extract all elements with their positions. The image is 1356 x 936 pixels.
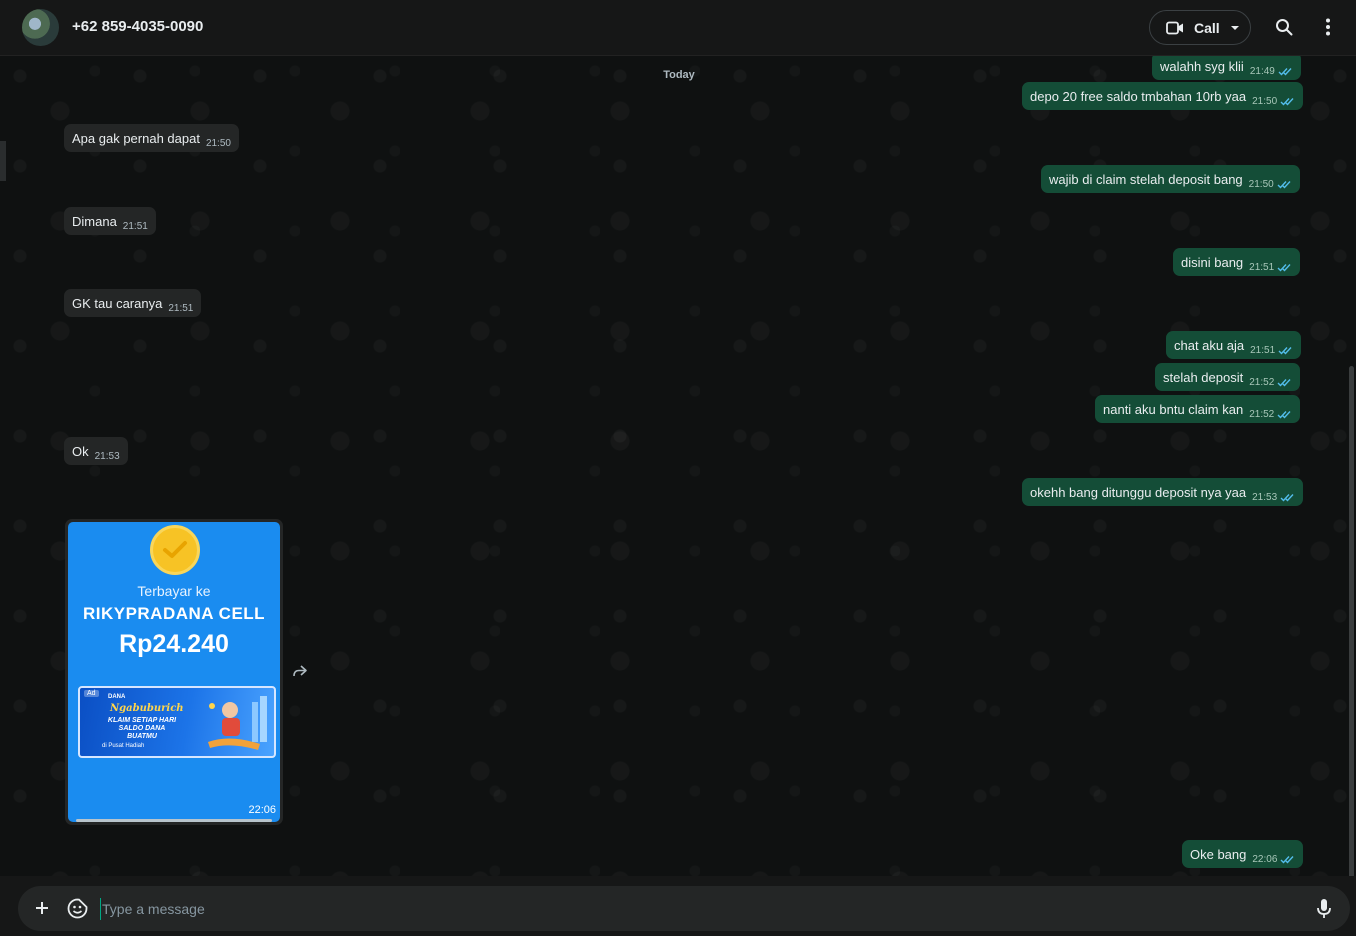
message-composer [18, 886, 1350, 931]
left-resize-handle[interactable] [0, 141, 6, 181]
ad-line: SALDO DANA [118, 725, 166, 732]
merchant-name: RIKYPRADANA CELL [82, 604, 266, 623]
message-time: 21:51 [122, 221, 148, 232]
read-receipt-icon [1277, 378, 1292, 387]
chat-header: +62 859-4035-0090 Call [0, 0, 1356, 56]
read-receipt-icon [1280, 855, 1295, 864]
outgoing-message[interactable]: depo 20 free saldo tmbahan 10rb yaa 21:5… [1022, 82, 1304, 110]
ad-character-illustration [208, 696, 267, 750]
read-receipt-icon [1278, 67, 1293, 76]
outgoing-message[interactable]: wajib di claim stelah deposit bang 21:50 [1041, 165, 1300, 193]
contact-name[interactable]: +62 859-4035-0090 [72, 18, 203, 35]
message-text: Dimana [72, 214, 117, 229]
ad-banner: Ad DANA Ngabuburich KLAIM SETIAP HARI SA… [78, 686, 276, 758]
message-input[interactable] [100, 898, 1280, 920]
paid-to-label: Terbayar ke [137, 583, 211, 599]
message-text: walahh syg klii [1160, 59, 1244, 74]
ad-brand: DANA [108, 694, 126, 700]
message-time: 21:51 [1249, 262, 1275, 273]
forward-icon[interactable] [292, 664, 308, 683]
menu-dots-icon[interactable] [1317, 16, 1339, 38]
outgoing-message[interactable]: walahh syg klii 21:49 [1152, 56, 1301, 80]
image-loading-bar [76, 819, 272, 822]
image-message[interactable]: Terbayar ke RIKYPRADANA CELL Rp24.240 Ad… [65, 519, 283, 825]
message-text: wajib di claim stelah deposit bang [1049, 172, 1243, 187]
payment-receipt-image[interactable]: Terbayar ke RIKYPRADANA CELL Rp24.240 Ad… [68, 522, 280, 822]
message-time: 21:51 [168, 303, 194, 314]
call-button[interactable]: Call [1149, 10, 1251, 45]
message-time: 21:50 [205, 138, 231, 149]
ad-tag: Ad [84, 690, 99, 697]
outgoing-message[interactable]: stelah deposit 21:52 [1155, 363, 1301, 391]
message-time: 21:52 [1249, 377, 1275, 388]
message-text: okehh bang ditunggu deposit nya yaa [1030, 485, 1247, 500]
video-camera-icon [1166, 21, 1183, 34]
message-text: depo 20 free saldo tmbahan 10rb yaa [1030, 89, 1247, 104]
read-receipt-icon [1278, 346, 1293, 355]
chevron-down-icon [1230, 25, 1239, 30]
payment-amount: Rp24.240 [119, 630, 229, 658]
message-text: stelah deposit [1163, 370, 1244, 385]
read-receipt-icon [1280, 493, 1295, 502]
emoji-sticker-icon[interactable] [67, 898, 88, 924]
incoming-message[interactable]: Dimana 21:51 [64, 207, 156, 235]
ad-title: Ngabuburich [110, 703, 184, 714]
check-coin-icon [150, 525, 200, 575]
read-receipt-icon [1277, 263, 1292, 272]
ad-footer: di Pusat Hadiah [102, 743, 145, 749]
message-text: Oke bang [1190, 847, 1247, 862]
incoming-message[interactable]: GK tau caranya 21:51 [64, 289, 202, 317]
image-message-time: 22:06 [248, 804, 276, 816]
read-receipt-icon [1280, 97, 1295, 106]
attach-plus-icon[interactable] [32, 898, 52, 923]
incoming-message[interactable]: Ok 21:53 [64, 437, 128, 465]
message-time: 21:50 [1252, 96, 1278, 107]
message-time: 21:53 [94, 451, 120, 462]
chat-messages-area[interactable]: Today walahh syg klii 21:49 depo 20 free… [0, 56, 1356, 876]
message-time: 21:53 [1252, 492, 1278, 503]
message-text: Ok [72, 444, 89, 459]
message-text: disini bang [1181, 255, 1244, 270]
search-icon[interactable] [1273, 16, 1295, 38]
message-text: nanti aku bntu claim kan [1103, 402, 1244, 417]
call-label: Call [1194, 19, 1220, 36]
date-separator: Today [663, 69, 695, 81]
composer-bar [0, 876, 1356, 936]
read-receipt-icon [1277, 410, 1292, 419]
outgoing-message[interactable]: chat aku aja 21:51 [1166, 331, 1302, 359]
contact-avatar[interactable] [22, 9, 59, 46]
outgoing-message[interactable]: Oke bang 22:06 [1182, 840, 1304, 868]
read-receipt-icon [1277, 180, 1292, 189]
message-time: 21:51 [1250, 345, 1276, 356]
ad-line: BUATMU [127, 733, 157, 740]
ad-line: KLAIM SETIAP HARI [107, 717, 177, 724]
message-text: chat aku aja [1174, 338, 1245, 353]
message-text: GK tau caranya [72, 296, 163, 311]
message-time: 21:52 [1249, 409, 1275, 420]
outgoing-message[interactable]: disini bang 21:51 [1173, 248, 1301, 276]
outgoing-message[interactable]: nanti aku bntu claim kan 21:52 [1095, 395, 1301, 423]
chat-scrollbar[interactable] [1349, 366, 1354, 876]
message-time: 22:06 [1252, 854, 1278, 865]
message-time: 21:49 [1249, 66, 1275, 77]
message-time: 21:50 [1248, 179, 1274, 190]
microphone-icon[interactable] [1316, 898, 1332, 924]
outgoing-message[interactable]: okehh bang ditunggu deposit nya yaa 21:5… [1022, 478, 1304, 506]
incoming-message[interactable]: Apa gak pernah dapat 21:50 [64, 124, 239, 152]
message-text: Apa gak pernah dapat [72, 131, 200, 146]
